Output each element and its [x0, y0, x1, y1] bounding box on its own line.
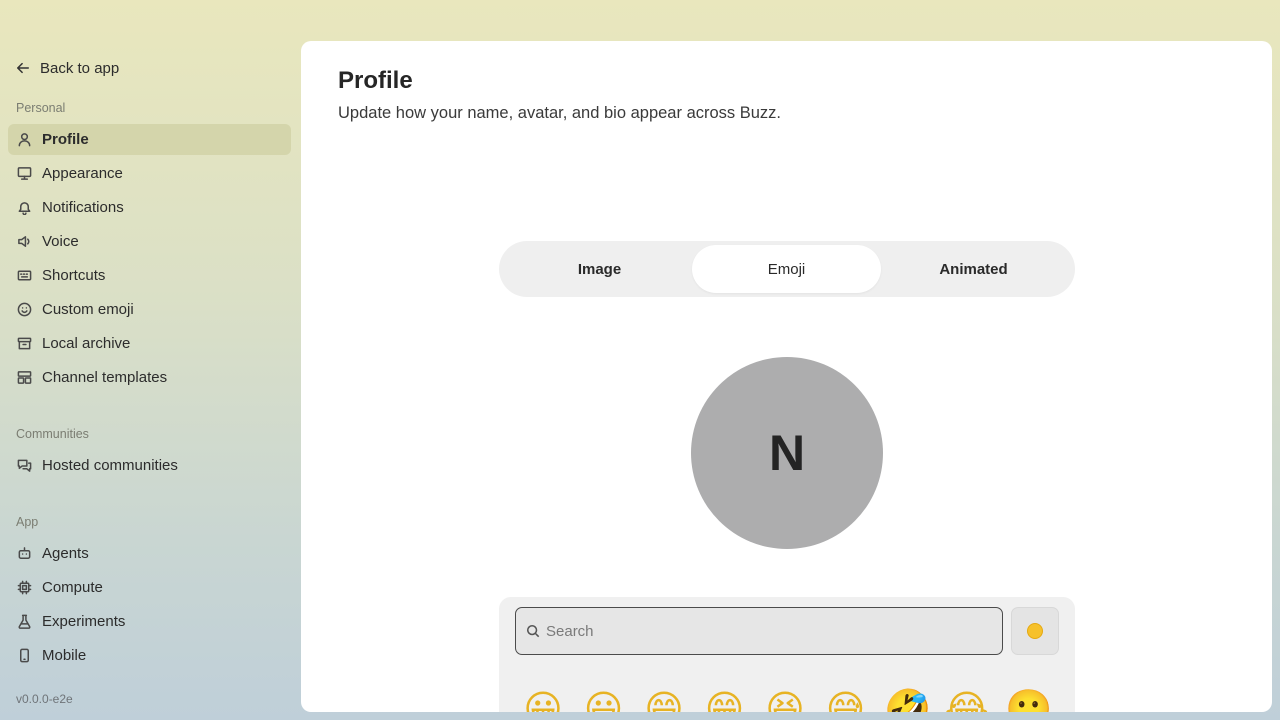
- sidebar-item-local-archive[interactable]: Local archive: [8, 328, 291, 359]
- archive-icon: [16, 336, 32, 352]
- sidebar-item-label: Appearance: [42, 165, 123, 182]
- tab-emoji[interactable]: Emoji: [692, 245, 881, 293]
- skin-tone-button[interactable]: [1011, 607, 1059, 655]
- sidebar-item-mobile[interactable]: Mobile: [8, 640, 291, 671]
- app-version: v0.0.0-e2e: [16, 692, 73, 706]
- sidebar-item-hosted-communities[interactable]: Hosted communities: [8, 450, 291, 481]
- bot-icon: [16, 546, 32, 562]
- back-to-app-link[interactable]: Back to app: [16, 58, 119, 78]
- emoji-item[interactable]: 😀: [521, 687, 565, 712]
- phone-icon: [16, 648, 32, 664]
- emoji-item[interactable]: 😂: [945, 687, 989, 712]
- sidebar-item-experiments[interactable]: Experiments: [8, 606, 291, 637]
- emoji-item[interactable]: 😄: [642, 687, 686, 712]
- smile-icon: [16, 302, 32, 318]
- emoji-item[interactable]: 😁: [703, 687, 747, 712]
- sidebar-item-appearance[interactable]: Appearance: [8, 158, 291, 189]
- sidebar-item-label: Mobile: [42, 647, 87, 664]
- avatar-type-tabs: Image Emoji Animated: [499, 241, 1075, 297]
- sidebar-item-label: Shortcuts: [42, 267, 106, 284]
- messages-icon: [16, 458, 32, 474]
- user-icon: [16, 132, 32, 148]
- sidebar-item-compute[interactable]: Compute: [8, 572, 291, 603]
- sidebar-item-profile[interactable]: Profile: [8, 124, 291, 155]
- sidebar-item-voice[interactable]: Voice: [8, 226, 291, 257]
- sidebar-item-shortcuts[interactable]: Shortcuts: [8, 260, 291, 291]
- sidebar-item-label: Local archive: [42, 335, 131, 352]
- search-icon: [526, 624, 540, 638]
- page-title: Profile: [338, 67, 413, 94]
- section-label-communities: Communities: [16, 427, 89, 441]
- avatar-preview: N: [691, 357, 883, 549]
- emoji-picker: 😀 😃 😄 😁 😆 😅 🤣 😂 🙂: [499, 597, 1075, 712]
- sidebar-item-channel-templates[interactable]: Channel templates: [8, 362, 291, 393]
- emoji-grid: 😀 😃 😄 😁 😆 😅 🤣 😂 🙂: [521, 687, 1052, 712]
- emoji-item[interactable]: 😃: [582, 687, 626, 712]
- emoji-item[interactable]: 😆: [763, 687, 807, 712]
- tab-animated[interactable]: Animated: [879, 245, 1068, 293]
- sidebar-item-agents[interactable]: Agents: [8, 538, 291, 569]
- settings-sidebar: Back to app Personal Profile Appearance …: [0, 0, 300, 720]
- sidebar-item-label: Voice: [42, 233, 79, 250]
- sidebar-item-label: Profile: [42, 131, 89, 148]
- speaker-icon: [16, 234, 32, 250]
- keyboard-icon: [16, 268, 32, 284]
- emoji-item[interactable]: 🙂: [1005, 687, 1052, 712]
- sidebar-item-label: Compute: [42, 579, 103, 596]
- sidebar-item-label: Channel templates: [42, 369, 168, 386]
- flask-icon: [16, 614, 32, 630]
- skin-tone-swatch: [1027, 623, 1043, 639]
- back-to-app-label: Back to app: [40, 59, 120, 77]
- sidebar-item-label: Agents: [42, 545, 89, 562]
- sidebar-item-custom-emoji[interactable]: Custom emoji: [8, 294, 291, 325]
- section-label-app: App: [16, 515, 39, 529]
- section-label-personal: Personal: [16, 101, 66, 115]
- emoji-item[interactable]: 😅: [824, 687, 868, 712]
- sidebar-item-label: Custom emoji: [42, 301, 134, 318]
- cpu-icon: [16, 580, 32, 596]
- bell-icon: [16, 200, 32, 216]
- main-panel: Profile Update how your name, avatar, an…: [301, 41, 1272, 712]
- layout-icon: [16, 370, 32, 386]
- emoji-search-box[interactable]: [515, 607, 1003, 655]
- monitor-icon: [16, 166, 32, 182]
- sidebar-item-label: Experiments: [42, 613, 126, 630]
- sidebar-item-notifications[interactable]: Notifications: [8, 192, 291, 223]
- arrow-left-icon: [16, 61, 30, 75]
- emoji-search-input[interactable]: [546, 622, 986, 640]
- sidebar-item-label: Hosted communities: [42, 457, 178, 474]
- sidebar-item-label: Notifications: [42, 199, 124, 216]
- emoji-item[interactable]: 🤣: [884, 687, 931, 712]
- tab-image[interactable]: Image: [505, 245, 694, 293]
- page-subtitle: Update how your name, avatar, and bio ap…: [338, 104, 782, 122]
